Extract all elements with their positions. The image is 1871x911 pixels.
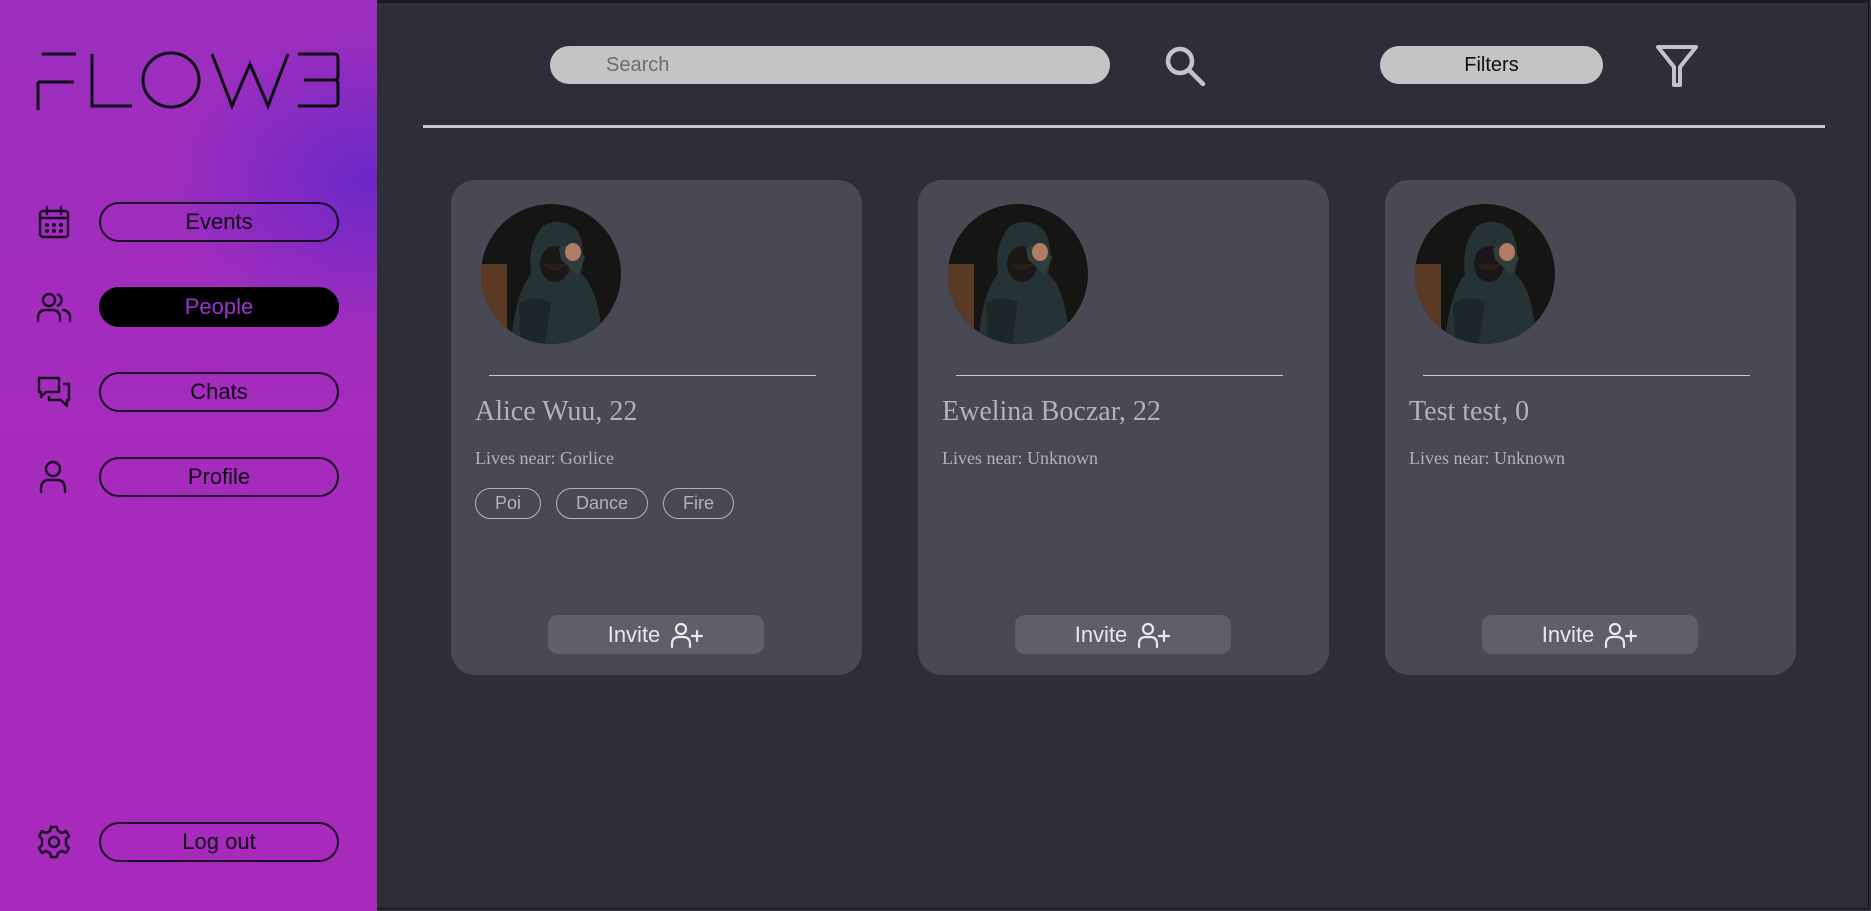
header-divider (423, 125, 1825, 128)
nav-row-profile: Profile (36, 457, 341, 497)
avatar (1415, 204, 1555, 344)
sidebar: Events People Chats Profile Log out (0, 0, 377, 911)
tag-list: Poi Dance Fire (475, 488, 735, 519)
chat-icon (37, 376, 71, 408)
tag-poi: Poi (475, 488, 542, 519)
invite-label: Invite (607, 621, 661, 647)
card-divider (1423, 375, 1750, 376)
person-name: Alice Wuu, 22 (475, 396, 638, 427)
tag-fire: Fire (663, 488, 735, 519)
person-location: Lives near: Unknown (1409, 448, 1565, 468)
user-plus-icon (1605, 622, 1638, 648)
nav-chats-button[interactable]: Chats (99, 372, 339, 412)
filter-icon[interactable] (1655, 44, 1699, 88)
avatar (948, 204, 1088, 344)
avatar (481, 204, 621, 344)
nav-row-logout: Log out (36, 822, 341, 862)
nav-events-button[interactable]: Events (99, 202, 339, 242)
nav-people-button[interactable]: People (99, 287, 339, 327)
person-card: Test test, 0 Lives near: Unknown Invite (1385, 180, 1796, 675)
nav-row-people: People (36, 287, 341, 327)
app-logo (36, 51, 340, 110)
invite-label: Invite (1074, 621, 1128, 647)
invite-button[interactable]: Invite (1015, 615, 1231, 654)
person-location: Lives near: Unknown (942, 448, 1098, 468)
person-card: Alice Wuu, 22 Lives near: Gorlice Poi Da… (451, 180, 862, 675)
invite-button[interactable]: Invite (1482, 615, 1698, 654)
nav-profile-button[interactable]: Profile (99, 457, 339, 497)
person-card: Ewelina Boczar, 22 Lives near: Unknown I… (918, 180, 1329, 675)
nav-row-events: Events (36, 202, 341, 242)
person-name: Test test, 0 (1409, 396, 1530, 427)
search-input[interactable] (550, 46, 1110, 84)
logout-button[interactable]: Log out (99, 822, 339, 862)
card-divider (489, 375, 816, 376)
filters-button[interactable]: Filters (1380, 46, 1603, 84)
person-location: Lives near: Gorlice (475, 448, 614, 468)
user-icon (39, 460, 67, 494)
person-name: Ewelina Boczar, 22 (942, 396, 1161, 427)
nav-row-chats: Chats (36, 372, 341, 412)
search-icon[interactable] (1163, 44, 1207, 88)
gear-icon (37, 825, 71, 859)
card-divider (956, 375, 1283, 376)
user-plus-icon (671, 622, 704, 648)
people-icon (36, 292, 72, 323)
invite-label: Invite (1541, 621, 1595, 647)
calendar-icon (38, 205, 70, 239)
invite-button[interactable]: Invite (548, 615, 764, 654)
user-plus-icon (1138, 622, 1171, 648)
tag-dance: Dance (556, 488, 649, 519)
